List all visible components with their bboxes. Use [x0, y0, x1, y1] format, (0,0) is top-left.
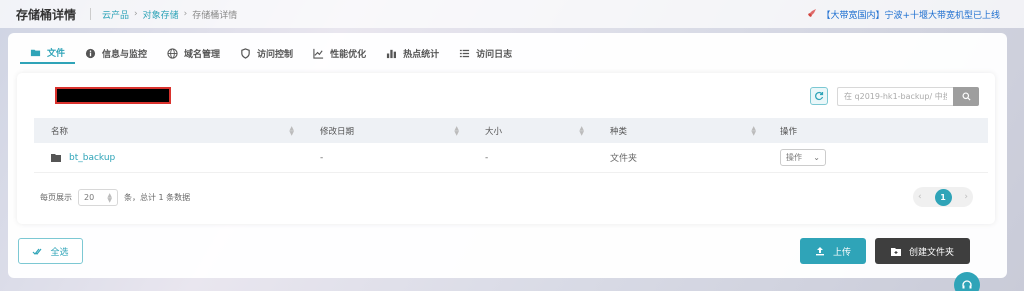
file-table: 名称 ▲ ▼ 修改日期 ▲ ▼ 大小 ▲ ▼ 种类 ▲ ▼ 操作 bt_backup - - 文…	[34, 118, 988, 173]
upload-button[interactable]: 上传	[800, 238, 866, 264]
chevron-down-icon: ⌄	[813, 153, 820, 162]
folder-plus-icon	[890, 247, 901, 256]
table-row[interactable]: bt_backup - - 文件夹 操作 ⌄	[34, 143, 988, 173]
tab-domain-management[interactable]: 域名管理	[157, 42, 230, 64]
info-icon	[85, 48, 96, 58]
tab-label: 访问日志	[476, 49, 513, 60]
page-size-control: 每页展示 20 ▲ ▼ 条，总计 1 条数据	[40, 189, 190, 206]
prev-page-icon[interactable]: ‹	[918, 192, 922, 202]
tab-label: 热点统计	[403, 49, 440, 60]
column-header-action: 操作	[780, 126, 798, 137]
bucket-detail-card: 文件 信息与监控 域名管理 访问控制 性能优化 热点统计 访问日志 在 q201…	[8, 33, 1007, 278]
sort-icon: ▲ ▼	[751, 125, 756, 137]
announcement-text[interactable]: 【大带宽国内】宁波+十堰大带宽机型已上线	[821, 8, 1000, 21]
tab-label: 信息与监控	[102, 49, 148, 60]
breadcrumb: 云产品 › 对象存储 › 存储桶详情	[90, 8, 237, 21]
cell-modified: -	[320, 152, 324, 163]
table-header: 名称 ▲ ▼ 修改日期 ▲ ▼ 大小 ▲ ▼ 种类 ▲ ▼ 操作	[34, 118, 988, 143]
tab-files[interactable]: 文件	[20, 42, 76, 64]
headset-icon	[962, 280, 972, 289]
tab-label: 性能优化	[330, 49, 367, 60]
action-dropdown[interactable]: 操作 ⌄	[780, 149, 826, 166]
search-icon	[961, 92, 971, 101]
tab-label: 域名管理	[184, 49, 221, 60]
folder-link[interactable]: bt_backup	[69, 153, 115, 163]
tab-hotspot-stats[interactable]: 热点统计	[376, 42, 449, 64]
tab-label: 文件	[47, 48, 66, 59]
tab-info-monitoring[interactable]: 信息与监控	[75, 42, 157, 64]
refresh-icon	[815, 91, 824, 101]
breadcrumb-item-object-storage[interactable]: 对象存储	[143, 8, 179, 21]
page-number-current[interactable]: 1	[934, 188, 952, 206]
folder-icon	[51, 154, 61, 162]
tab-label: 访问控制	[257, 49, 294, 60]
cell-action: 操作 ⌄	[764, 143, 988, 172]
bar-chart-icon	[386, 49, 397, 58]
page-size-select[interactable]: 20 ▲ ▼	[78, 189, 118, 206]
folder-open-icon	[30, 49, 41, 56]
globe-icon	[167, 47, 178, 59]
select-all-button[interactable]: 全选	[18, 238, 83, 264]
tab-performance[interactable]: 性能优化	[303, 42, 376, 64]
cell-name: bt_backup	[34, 143, 302, 172]
column-header-name[interactable]: 名称 ▲ ▼	[34, 118, 302, 143]
sort-icon: ▲ ▼	[454, 125, 459, 137]
upload-icon	[815, 247, 824, 256]
chevron-right-icon: ›	[183, 9, 188, 19]
double-check-icon	[33, 248, 42, 255]
search-button[interactable]	[953, 87, 979, 106]
cell-kind: 文件夹	[610, 154, 638, 164]
tab-access-control[interactable]: 访问控制	[230, 42, 303, 64]
shield-icon	[241, 47, 250, 59]
redacted-bucket-path	[55, 87, 171, 104]
pagination: ‹ 1 ›	[913, 187, 973, 207]
page-title: 存储桶详情	[16, 7, 77, 22]
file-browser-panel: 名称▲▼ 修改日期▲▼ 大小▲▼ 种类▲▼ 操作 bt_backup - - 文…	[17, 73, 995, 224]
support-button[interactable]	[954, 272, 980, 291]
breadcrumb-item-cloud-products[interactable]: 云产品	[102, 8, 129, 21]
tab-bar: 文件 信息与监控 域名管理 访问控制 性能优化 热点统计 访问日志	[20, 42, 522, 64]
list-icon	[460, 49, 470, 57]
column-header-modified[interactable]: 修改日期 ▲ ▼	[302, 118, 467, 143]
chevron-right-icon: ›	[134, 9, 138, 19]
sort-icon: ▲ ▼	[289, 125, 294, 137]
tab-access-logs[interactable]: 访问日志	[449, 42, 522, 64]
line-chart-icon	[313, 48, 324, 59]
rocket-icon	[807, 8, 817, 21]
per-page-label: 每页展示	[40, 193, 72, 202]
create-folder-button[interactable]: 创建文件夹	[875, 238, 970, 264]
refresh-button[interactable]	[810, 87, 828, 105]
divider	[90, 8, 92, 20]
breadcrumb-item-current: 存储桶详情	[192, 10, 238, 21]
cell-size: -	[485, 152, 489, 163]
announcement-link[interactable]: 【大带宽国内】宁波+十堰大带宽机型已上线	[807, 8, 1000, 21]
next-page-icon[interactable]: ›	[964, 192, 968, 202]
total-count-text: 条，总计 1 条数据	[124, 193, 191, 202]
column-header-kind[interactable]: 种类 ▲ ▼	[592, 118, 764, 143]
column-header-size[interactable]: 大小 ▲ ▼	[467, 118, 592, 143]
sort-icon: ▲ ▼	[107, 191, 112, 204]
top-header: 存储桶详情 云产品 › 对象存储 › 存储桶详情 【大带宽国内】宁波+十堰大带宽…	[0, 0, 1024, 28]
sort-icon: ▲ ▼	[579, 125, 584, 137]
search-input[interactable]	[837, 87, 953, 106]
